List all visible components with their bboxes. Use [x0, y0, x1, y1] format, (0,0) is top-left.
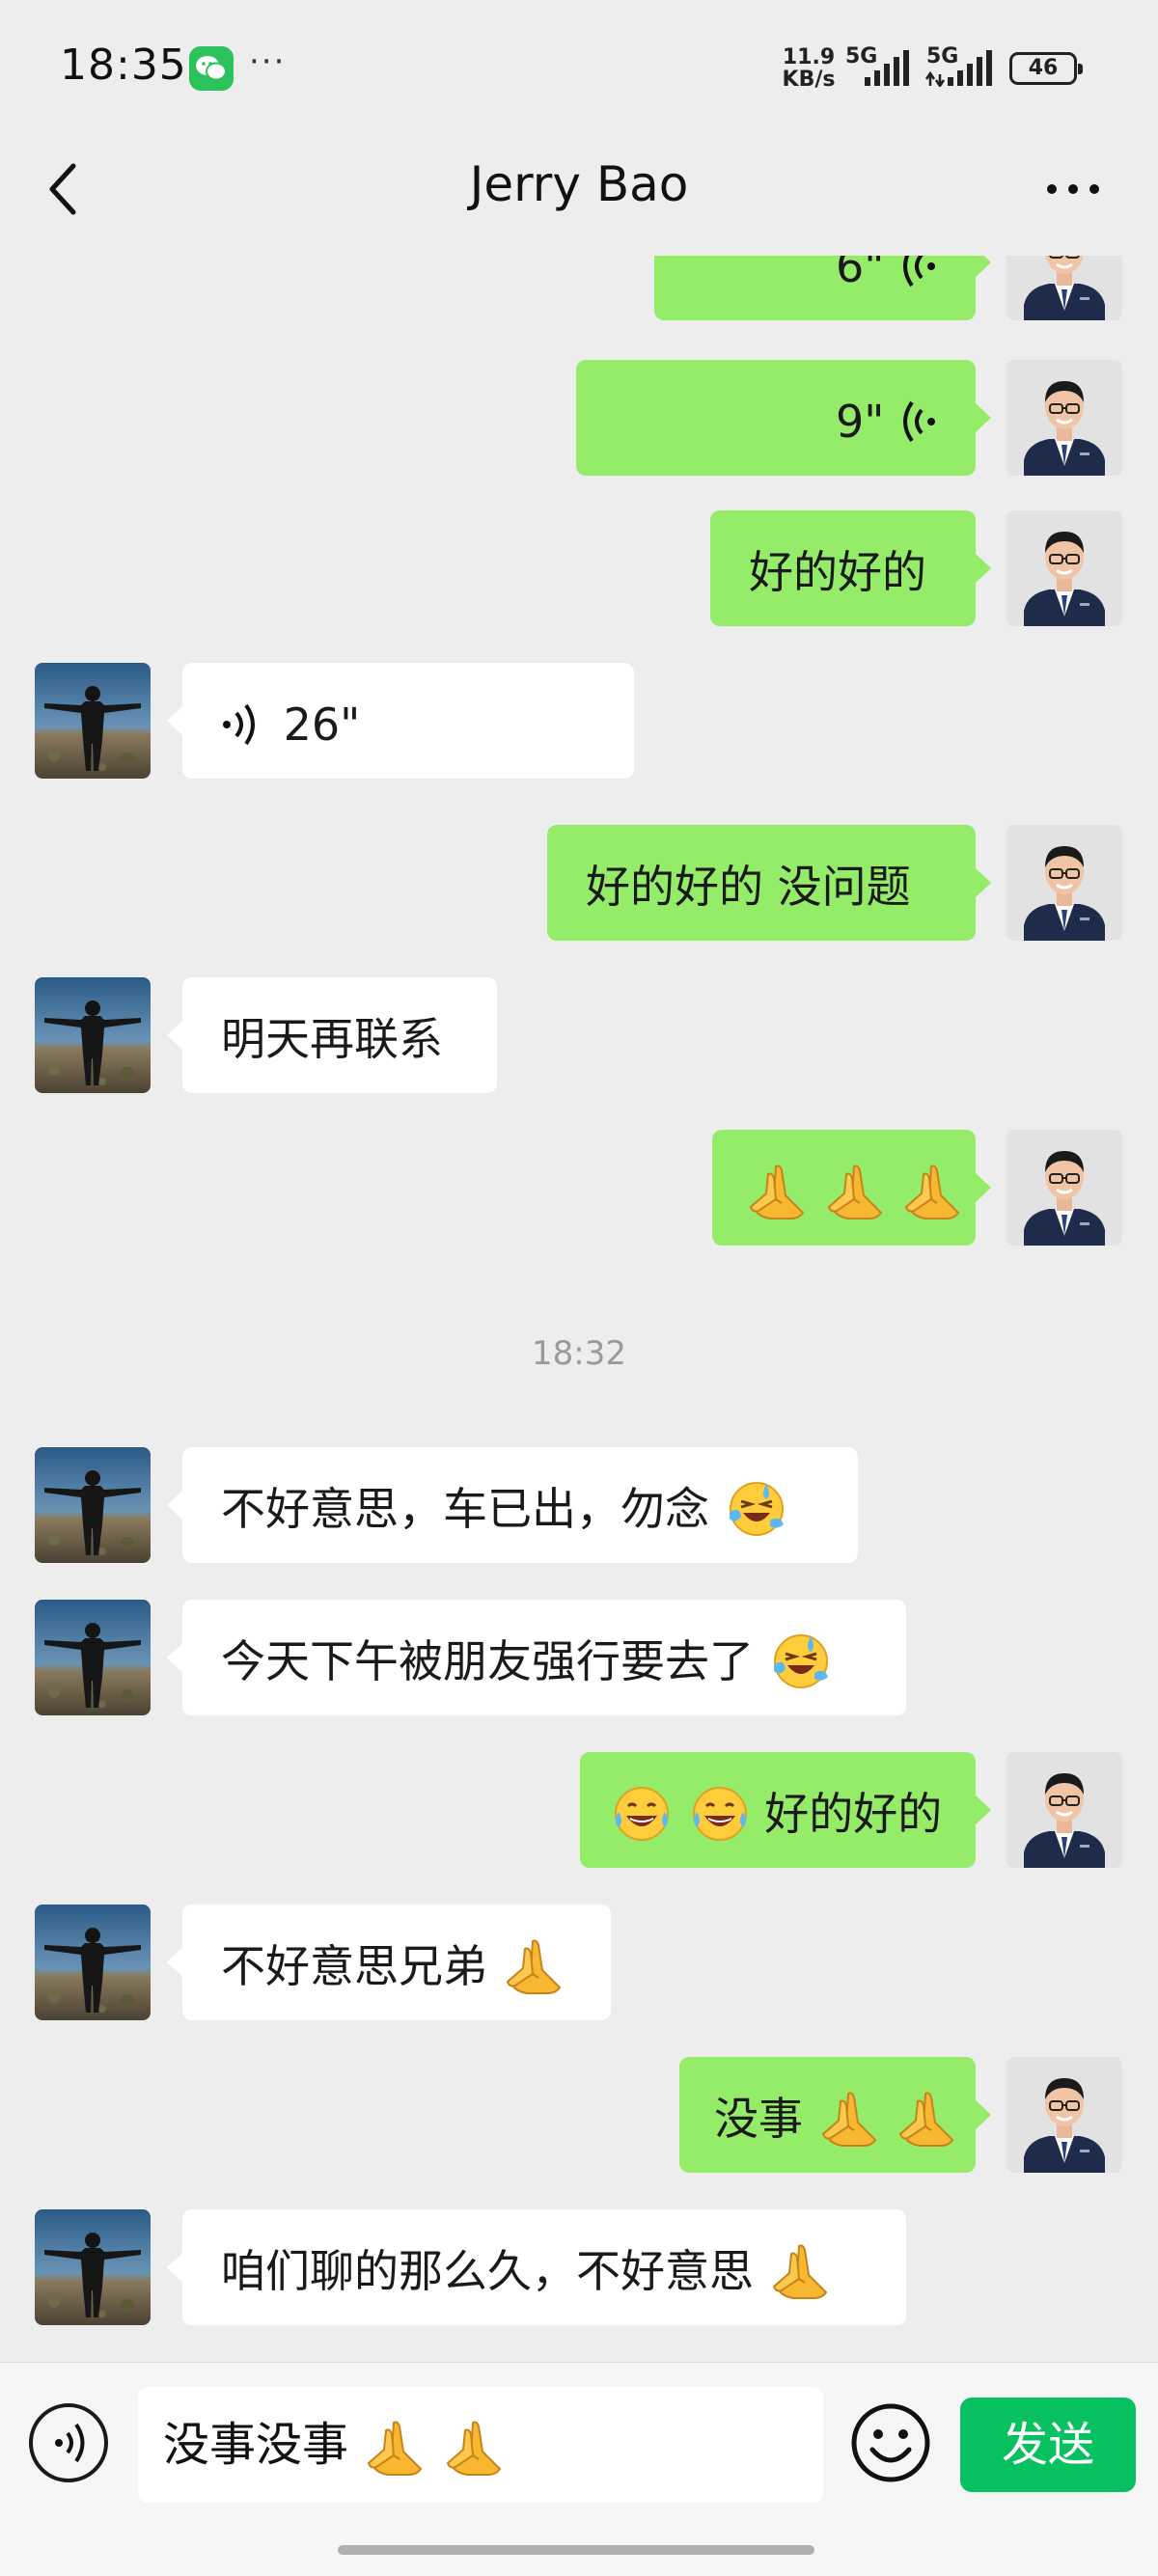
status-bar: 18:35 ··· 11.9 KB/s 5G 5G 46 [0, 0, 1158, 135]
message-text: 不好意思，车已出，勿念 [221, 1482, 709, 1535]
voice-duration: 6" [835, 256, 885, 292]
voice-duration: 9" [835, 395, 885, 448]
message-list[interactable]: 6" 9" 好的好的 26" 好的好的 没问题 明天再联系 18:32 不好意思… [0, 256, 1158, 2362]
battery-level: 46 [1028, 56, 1059, 80]
voice-wave-icon [903, 400, 935, 442]
outgoing-text-message[interactable]: 好的好的 没问题 [547, 825, 991, 941]
chat-header: Jerry Bao [0, 135, 1158, 256]
wechat-notification-icon [189, 46, 234, 91]
voice-input-button[interactable] [29, 2403, 108, 2482]
contact-avatar[interactable] [35, 1905, 151, 2020]
contact-avatar[interactable] [35, 1600, 151, 1715]
contact-avatar[interactable] [35, 1447, 151, 1563]
emoji-picker-icon[interactable] [849, 2401, 932, 2484]
self-avatar[interactable] [1006, 825, 1122, 941]
outgoing-text-message[interactable]: 没事 [679, 2057, 991, 2173]
home-indicator[interactable] [338, 2545, 814, 2555]
contact-avatar[interactable] [35, 2209, 151, 2325]
message-text: 不好意思兄弟 [221, 1939, 487, 1992]
pray-emoji-icon [896, 2088, 958, 2150]
draft-text: 没事没事 [163, 2418, 364, 2472]
message-text: 明天再联系 [221, 1012, 443, 1065]
pray-emoji-icon [444, 2417, 506, 2479]
status-time: 18:35 [60, 41, 187, 90]
pray-emoji-icon [365, 2417, 427, 2479]
signal-2-icon [924, 50, 992, 87]
self-avatar[interactable] [1006, 256, 1122, 320]
more-notifications-icon: ··· [249, 42, 287, 81]
outgoing-emoji-message[interactable] [712, 1130, 991, 1246]
laugh-cry-emoji-icon [689, 1783, 751, 1845]
outgoing-text-message[interactable]: 好的好的 [710, 510, 991, 626]
message-text: 咱们聊的那么久，不好意思 [221, 2244, 754, 2297]
self-avatar[interactable] [1006, 510, 1122, 626]
pray-emoji-icon [825, 1161, 887, 1222]
pray-emoji-icon [747, 1161, 809, 1222]
sweat-laugh-emoji-icon [770, 1631, 832, 1692]
outgoing-text-message[interactable]: 好的好的 [580, 1752, 991, 1868]
message-timestamp: 18:32 [532, 1334, 626, 1373]
network-speed-unit: KB/s [782, 68, 836, 92]
self-avatar[interactable] [1006, 1752, 1122, 1868]
message-text: 今天下午被朋友强行要去了 [221, 1634, 754, 1687]
incoming-text-message[interactable]: 不好意思兄弟 [167, 1905, 611, 2020]
sweat-laugh-emoji-icon [726, 1478, 787, 1540]
voice-duration: 26" [283, 698, 361, 751]
message-text: 好的好的 没问题 [586, 860, 911, 913]
outgoing-voice-message[interactable]: 9" [576, 360, 991, 476]
message-text: 好的好的 [749, 545, 926, 598]
input-bar: 没事没事 发送 [0, 2362, 1158, 2576]
pray-emoji-icon [770, 2240, 832, 2302]
incoming-voice-message[interactable]: 26" [167, 663, 634, 779]
incoming-text-message[interactable]: 不好意思，车已出，勿念 [167, 1447, 858, 1563]
incoming-text-message[interactable]: 明天再联系 [167, 977, 497, 1093]
message-text: 没事 [714, 2092, 803, 2145]
message-input[interactable]: 没事没事 [138, 2387, 823, 2503]
more-options-icon[interactable] [1044, 178, 1102, 201]
voice-wave-icon [903, 256, 935, 287]
laugh-cry-emoji-icon [611, 1783, 673, 1845]
pray-emoji-icon [504, 1935, 565, 1997]
self-avatar[interactable] [1006, 1130, 1122, 1246]
outgoing-voice-message[interactable]: 6" [654, 256, 991, 320]
send-button[interactable]: 发送 [960, 2398, 1136, 2492]
network-speed-value: 11.9 [782, 45, 836, 69]
self-avatar[interactable] [1006, 360, 1122, 476]
incoming-text-message[interactable]: 咱们聊的那么久，不好意思 [167, 2209, 906, 2325]
battery-icon: 46 [1009, 52, 1083, 85]
chat-title: Jerry Bao [469, 156, 689, 212]
voice-input-icon [55, 2423, 85, 2463]
contact-avatar[interactable] [35, 663, 151, 779]
pray-emoji-icon [819, 2088, 881, 2150]
incoming-text-message[interactable]: 今天下午被朋友强行要去了 [167, 1600, 906, 1715]
network-speed: 11.9 KB/s [780, 46, 838, 91]
voice-wave-icon [223, 703, 255, 745]
message-text: 好的好的 [764, 1787, 943, 1840]
contact-avatar[interactable] [35, 977, 151, 1093]
signal-1-icon [865, 50, 909, 86]
pray-emoji-icon [902, 1161, 964, 1222]
self-avatar[interactable] [1006, 2057, 1122, 2173]
